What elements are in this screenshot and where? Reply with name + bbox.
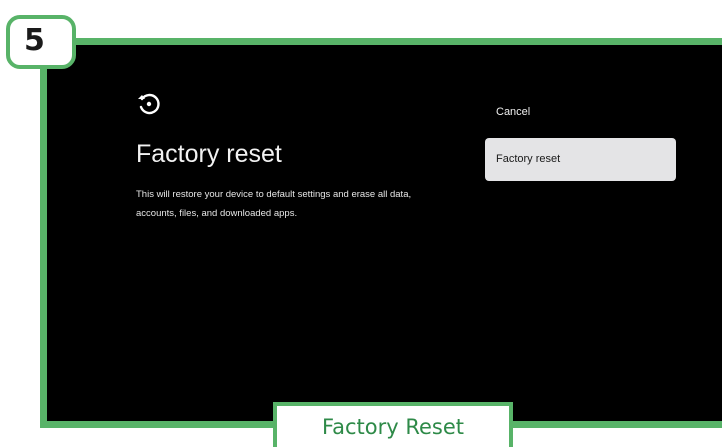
factory-reset-button[interactable]: Factory reset: [485, 138, 676, 181]
page-title: Factory reset: [136, 140, 282, 168]
caption-tab: Factory Reset: [273, 402, 513, 447]
step-number: 5: [24, 23, 45, 58]
restore-icon: [138, 93, 160, 115]
caption-label: Factory Reset: [321, 415, 465, 439]
tutorial-slide: Factory reset This will restore your dev…: [0, 0, 722, 447]
step-number-badge: 5: [6, 15, 76, 69]
page-description: This will restore your device to default…: [136, 189, 412, 219]
cancel-button[interactable]: Cancel: [485, 101, 675, 123]
